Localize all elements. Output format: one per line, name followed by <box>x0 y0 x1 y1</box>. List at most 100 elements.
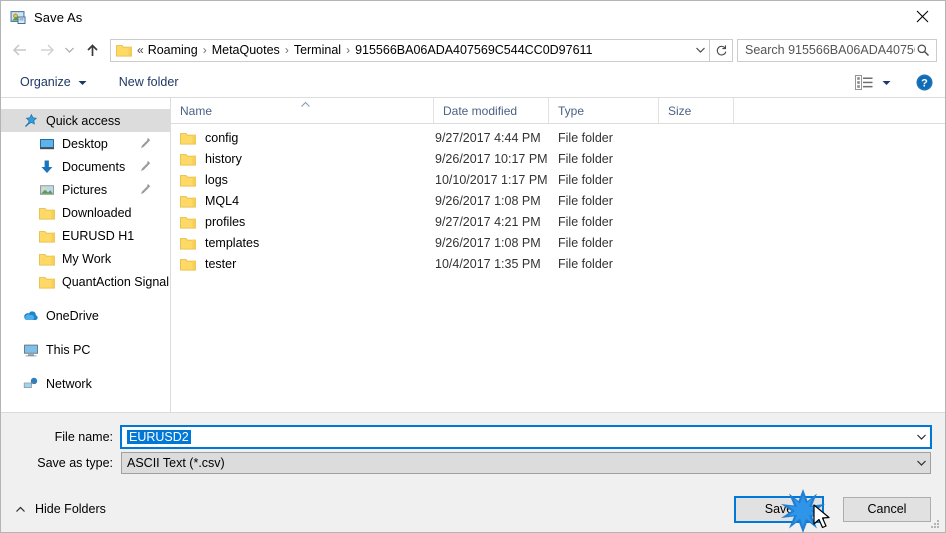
table-row[interactable]: profiles 9/27/2017 4:21 PM File folder <box>171 211 945 232</box>
column-header-name[interactable]: Name <box>171 98 434 123</box>
folder-icon <box>180 194 196 208</box>
close-icon[interactable] <box>899 1 945 32</box>
breadcrumb-item-metaquotes[interactable]: MetaQuotes <box>212 43 280 57</box>
sidebar-label: Downloaded <box>62 205 132 220</box>
arrow-right-icon <box>33 37 59 63</box>
pin-icon[interactable] <box>140 183 151 198</box>
search-box[interactable] <box>737 38 937 62</box>
savetype-label: Save as type: <box>37 456 113 470</box>
chevron-down-icon[interactable] <box>59 37 79 63</box>
desktop-monitor-icon <box>39 136 55 152</box>
caret-down-icon <box>78 75 87 89</box>
save-form: File name: EURUSD2 Save as type: ASCII T… <box>1 412 945 486</box>
command-toolbar: Organize New folder ? <box>1 67 945 98</box>
file-name: history <box>205 151 242 166</box>
arrow-left-icon[interactable] <box>7 37 33 63</box>
hide-folders-button[interactable]: Hide Folders <box>15 502 106 516</box>
column-label: Size <box>668 103 692 118</box>
sidebar-item-onedrive[interactable]: OneDrive <box>1 304 170 327</box>
folder-icon <box>180 257 196 271</box>
column-label: Type <box>558 103 585 118</box>
chevron-up-icon <box>15 502 26 516</box>
column-label: Name <box>180 103 213 118</box>
breadcrumb-item-terminal-id[interactable]: 915566BA06ADA407569C544CC0D97611 <box>355 43 592 57</box>
new-folder-button[interactable]: New folder <box>114 70 184 94</box>
breadcrumb-overflow[interactable]: « <box>136 43 148 57</box>
caret-up-icon <box>300 97 311 111</box>
save-button[interactable]: Save <box>734 495 824 523</box>
breadcrumb-separator[interactable]: › <box>341 43 355 57</box>
chevron-down-icon[interactable] <box>691 40 709 61</box>
file-type: File folder <box>558 151 613 166</box>
search-icon[interactable] <box>915 43 931 57</box>
help-question-icon[interactable]: ? <box>916 74 933 91</box>
documents-download-arrow-icon <box>39 159 55 175</box>
table-row[interactable]: logs 10/10/2017 1:17 PM File folder <box>171 169 945 190</box>
pictures-icon <box>39 182 55 198</box>
new-folder-label: New folder <box>118 75 179 89</box>
sidebar-label: Documents <box>62 159 126 174</box>
organize-button[interactable]: Organize <box>15 70 92 94</box>
chevron-down-icon[interactable] <box>913 459 930 467</box>
file-date: 9/26/2017 1:08 PM <box>435 193 541 208</box>
navigation-pane: Quick access Desktop Documents Pictures … <box>1 98 171 412</box>
filename-text[interactable]: EURUSD2 <box>122 430 913 444</box>
dialog-body: Quick access Desktop Documents Pictures … <box>1 98 945 412</box>
breadcrumb-item-roaming[interactable]: Roaming <box>148 43 198 57</box>
table-row[interactable]: config 9/27/2017 4:44 PM File folder <box>171 127 945 148</box>
column-header-type[interactable]: Type <box>549 98 659 123</box>
table-row[interactable]: MQL4 9/26/2017 1:08 PM File folder <box>171 190 945 211</box>
file-name: profiles <box>205 214 246 229</box>
sidebar-item-quick-access[interactable]: Quick access <box>1 109 170 132</box>
cancel-button[interactable]: Cancel <box>843 496 931 522</box>
chevron-down-icon[interactable] <box>913 433 930 441</box>
breadcrumb-item-terminal[interactable]: Terminal <box>294 43 341 57</box>
arrow-up-icon[interactable] <box>79 37 105 63</box>
address-bar[interactable]: « Roaming › MetaQuotes › Terminal › 9155… <box>110 38 733 62</box>
this-pc-monitor-icon <box>23 342 39 358</box>
refresh-icon[interactable] <box>709 38 732 62</box>
folder-icon <box>180 152 196 166</box>
breadcrumb: « Roaming › MetaQuotes › Terminal › 9155… <box>136 43 691 57</box>
sidebar-item-pictures[interactable]: Pictures <box>1 178 170 201</box>
file-date: 9/27/2017 4:21 PM <box>435 214 541 229</box>
sidebar-label: EURUSD H1 <box>62 228 135 243</box>
folder-icon <box>39 228 55 244</box>
file-date: 10/4/2017 1:35 PM <box>435 256 541 271</box>
folder-icon <box>180 236 196 250</box>
breadcrumb-separator[interactable]: › <box>280 43 294 57</box>
pin-icon[interactable] <box>140 137 151 152</box>
search-input[interactable] <box>745 43 915 57</box>
file-date: 10/10/2017 1:17 PM <box>435 172 548 187</box>
column-header-date-modified[interactable]: Date modified <box>434 98 549 123</box>
sidebar-item-eurusd-h1[interactable]: EURUSD H1 <box>1 224 170 247</box>
sidebar-item-network[interactable]: Network <box>1 372 170 395</box>
sidebar-item-downloaded[interactable]: Downloaded <box>1 201 170 224</box>
sidebar-item-this-pc[interactable]: This PC <box>1 338 170 361</box>
table-row[interactable]: templates 9/26/2017 1:08 PM File folder <box>171 232 945 253</box>
change-view-icon[interactable] <box>852 70 894 94</box>
sidebar-label: OneDrive <box>46 308 99 323</box>
sidebar-label: Network <box>46 376 92 391</box>
table-row[interactable]: history 9/26/2017 10:17 PM File folder <box>171 148 945 169</box>
table-row[interactable]: tester 10/4/2017 1:35 PM File folder <box>171 253 945 274</box>
resize-grip-icon[interactable] <box>929 517 941 529</box>
sidebar-item-my-work[interactable]: My Work <box>1 247 170 270</box>
sidebar-item-desktop[interactable]: Desktop <box>1 132 170 155</box>
dialog-footer: Hide Folders Save Cancel <box>1 486 945 532</box>
savetype-row: Save as type: ASCII Text (*.csv) <box>1 452 945 474</box>
file-name: MQL4 <box>205 193 240 208</box>
savetype-select[interactable]: ASCII Text (*.csv) <box>121 452 931 474</box>
sidebar-item-documents[interactable]: Documents <box>1 155 170 178</box>
column-header-size[interactable]: Size <box>659 98 734 123</box>
filename-input[interactable]: EURUSD2 <box>120 425 932 449</box>
sidebar-label: Desktop <box>62 136 108 151</box>
breadcrumb-separator[interactable]: › <box>198 43 212 57</box>
save-label: Save <box>764 502 794 516</box>
toolbar-right-group: ? <box>852 70 945 94</box>
filename-value[interactable]: EURUSD2 <box>127 430 191 444</box>
pin-icon[interactable] <box>140 160 151 175</box>
sidebar-item-quantaction-signal[interactable]: QuantAction Signal <box>1 270 170 293</box>
